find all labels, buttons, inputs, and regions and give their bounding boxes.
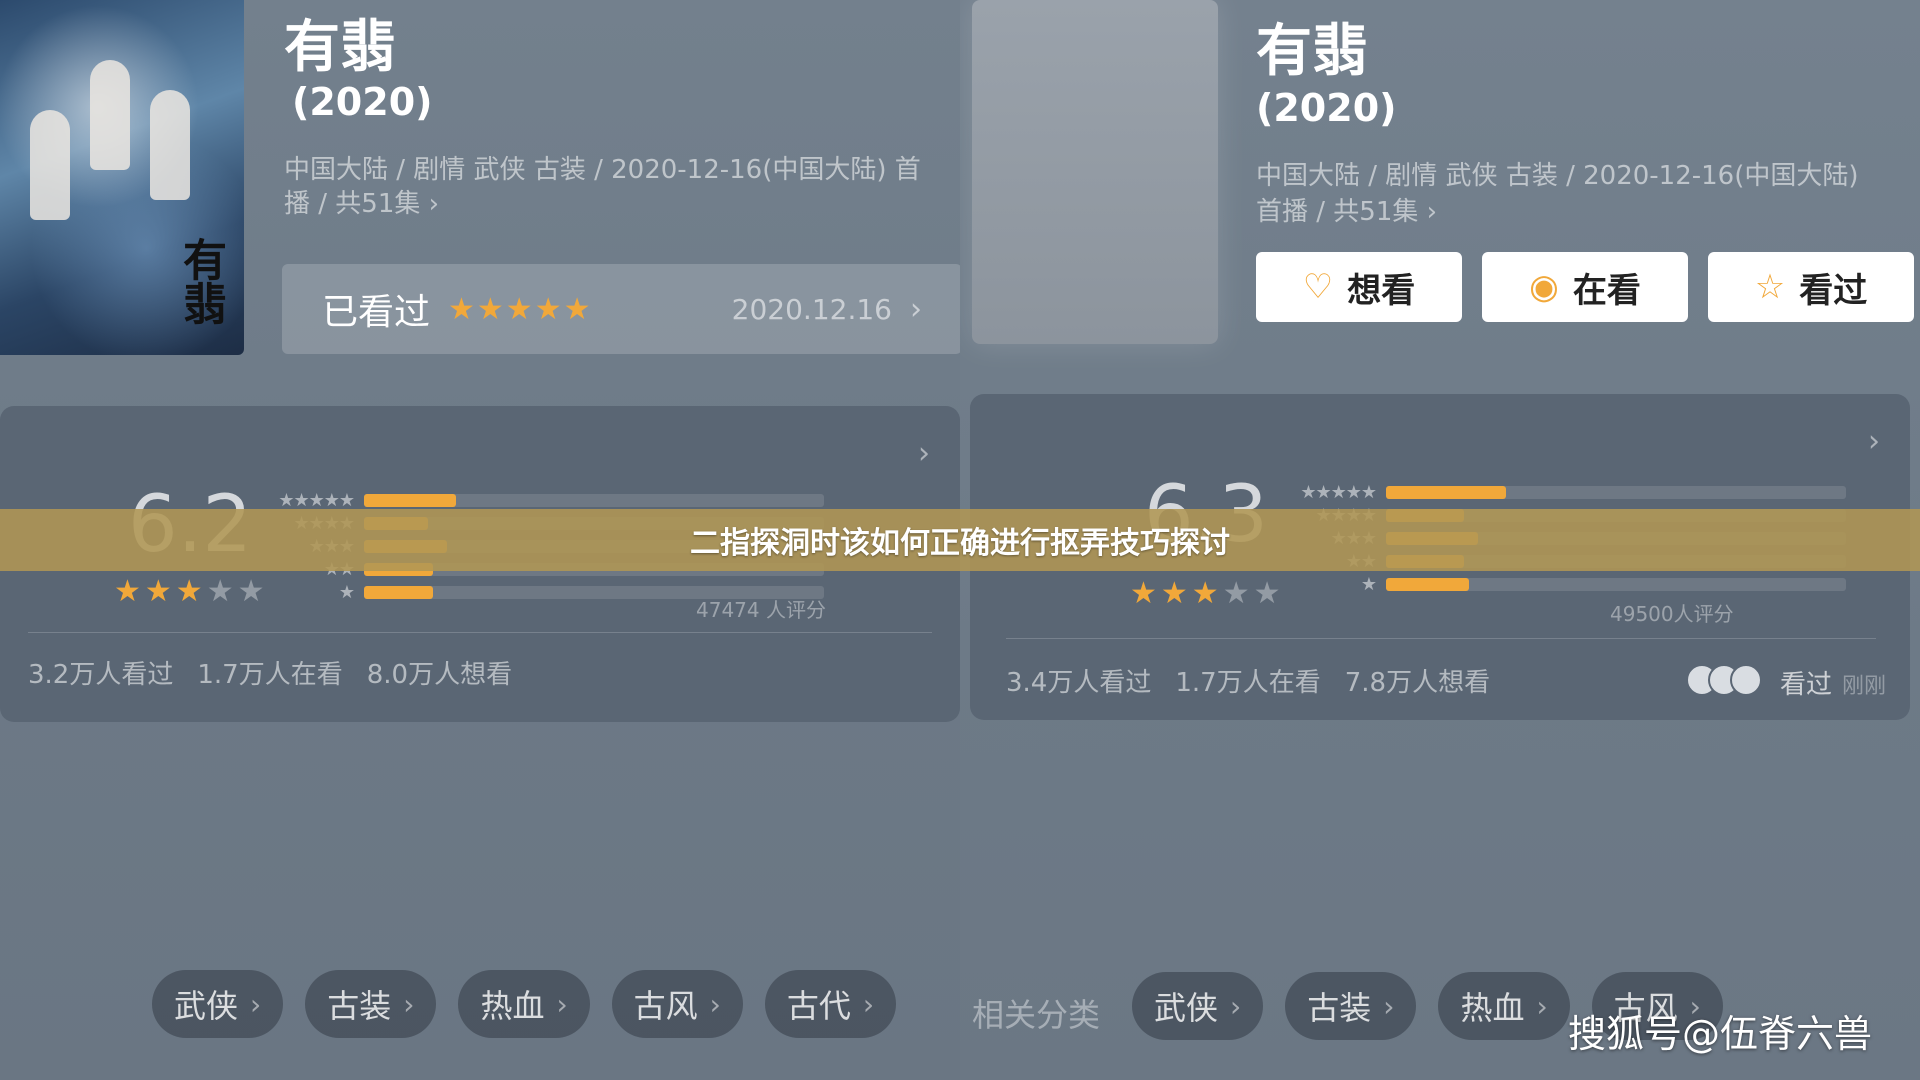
poster-figure bbox=[90, 60, 130, 170]
heart-plus-icon: ♡ bbox=[1302, 267, 1334, 307]
chevron-right-icon: › bbox=[709, 987, 721, 1021]
watched-date: 2020.12.16 bbox=[731, 292, 892, 326]
rating-bar-track bbox=[1386, 577, 1846, 591]
movie-title: 有翡 bbox=[1256, 19, 1368, 84]
avatar bbox=[1730, 664, 1762, 696]
star-level-label: ★★★★★ bbox=[1300, 481, 1377, 503]
related-categories-label: 相关分类 bbox=[972, 996, 1101, 1034]
rating-bar-fill bbox=[364, 585, 433, 599]
movie-meta-line2[interactable]: 首播 / 共51集 › bbox=[1256, 194, 1437, 230]
action-label: 想看 bbox=[1347, 270, 1416, 311]
watch-stat: 3.4万人看过 bbox=[1006, 668, 1152, 698]
rating-bar-fill bbox=[1386, 485, 1506, 499]
tag-label: 古风 bbox=[633, 987, 698, 1025]
tag-label: 武侠 bbox=[1154, 989, 1219, 1027]
star-outline-icon: ☆ bbox=[1754, 267, 1786, 307]
rating-distribution-row: ★★★★★ bbox=[1290, 481, 1846, 503]
rating-stars: ★★★★★ bbox=[1130, 576, 1284, 611]
watch-stat: 3.2万人看过 bbox=[28, 660, 174, 690]
star-empty-icon: ★★ bbox=[206, 574, 269, 609]
tag-chip[interactable]: 武侠 › bbox=[152, 970, 284, 1038]
my-rating-stars: ★★★★★ bbox=[448, 291, 593, 327]
rating-bar-fill bbox=[364, 493, 456, 507]
rating-stars: ★★★★★ bbox=[114, 574, 268, 609]
headline-text: 二指探洞时该如何正确进行抠弄技巧探讨 bbox=[690, 526, 1230, 561]
friend-seen-label: 看过 bbox=[1780, 670, 1833, 700]
rating-count: 49500人评分 bbox=[1610, 602, 1734, 626]
chevron-right-icon[interactable]: › bbox=[1868, 424, 1880, 459]
tag-list: 武侠 › 古装 › 热血 › 古风 › 古代 › bbox=[152, 970, 897, 1038]
star-level-label: ★ bbox=[338, 581, 355, 603]
chevron-right-icon: › bbox=[403, 987, 415, 1021]
watch-stats: 3.4万人看过 1.7万人在看 7.8万人想看 bbox=[1006, 662, 1490, 699]
chevron-right-icon: › bbox=[1230, 989, 1242, 1023]
rating-bar-track bbox=[1386, 485, 1846, 499]
action-button-2[interactable]: ☆ 看过 bbox=[1708, 252, 1914, 322]
divider bbox=[28, 632, 932, 633]
chevron-right-icon: › bbox=[910, 291, 922, 327]
movie-meta-line1: 中国大陆 / 剧情 武侠 古装 / 2020-12-16(中国大陆) bbox=[1256, 161, 1859, 191]
watch-stat: 8.0万人想看 bbox=[366, 660, 513, 690]
watch-stat: 1.7万人在看 bbox=[197, 660, 343, 690]
chevron-right-icon: › bbox=[1536, 989, 1548, 1023]
watched-label: 已看过 bbox=[322, 292, 431, 333]
watched-status-bar[interactable]: 已看过 ★★★★★ 2020.12.16 › bbox=[282, 264, 960, 354]
tag-chip[interactable]: 武侠 › bbox=[1132, 972, 1264, 1040]
rating-distribution-row: ★ bbox=[1290, 573, 1846, 595]
tag-label: 热血 bbox=[480, 987, 545, 1025]
friend-avatars[interactable] bbox=[1686, 664, 1762, 696]
headline-banner: 二指探洞时该如何正确进行抠弄技巧探讨 bbox=[0, 509, 1920, 571]
tag-label: 武侠 bbox=[174, 987, 239, 1025]
action-buttons: ♡ 想看 ◉ 在看 ☆ 看过 bbox=[1256, 252, 1914, 322]
action-button-1[interactable]: ◉ 在看 bbox=[1482, 252, 1688, 322]
rating-distribution-row: ★★★★★ bbox=[268, 489, 824, 511]
tag-label: 古代 bbox=[786, 987, 851, 1025]
star-filled-icon: ★★★ bbox=[114, 574, 207, 609]
chevron-right-icon: › bbox=[862, 987, 875, 1021]
poster-placeholder bbox=[972, 0, 1218, 344]
chevron-right-icon: › bbox=[250, 987, 262, 1021]
chevron-right-icon: › bbox=[556, 987, 568, 1021]
movie-title: 有翡 bbox=[284, 15, 396, 80]
action-button-0[interactable]: ♡ 想看 bbox=[1256, 252, 1462, 322]
eye-circle-icon: ◉ bbox=[1529, 267, 1559, 307]
divider bbox=[1006, 638, 1876, 639]
movie-meta-line1: 中国大陆 / 剧情 武侠 古装 / 2020-12-16(中国大陆) 首 bbox=[284, 155, 921, 185]
watch-stat: 7.8万人想看 bbox=[1344, 668, 1491, 698]
star-level-label: ★ bbox=[1360, 573, 1377, 595]
watch-stats: 3.2万人看过 1.7万人在看 8.0万人想看 bbox=[28, 654, 512, 691]
tag-label: 古装 bbox=[327, 987, 392, 1025]
star-level-label: ★★★★★ bbox=[278, 489, 355, 511]
poster-title: 有翡 bbox=[175, 237, 226, 325]
poster-figure bbox=[150, 90, 190, 200]
action-label: 看过 bbox=[1799, 270, 1868, 311]
tag-chip[interactable]: 古风 › bbox=[611, 970, 743, 1038]
rating-count: 47474 人评分 bbox=[696, 598, 826, 622]
tag-chip[interactable]: 古装 › bbox=[1285, 972, 1417, 1040]
tag-label: 古装 bbox=[1307, 989, 1372, 1027]
movie-year: (2020) bbox=[1256, 86, 1397, 130]
tag-chip[interactable]: 古装 › bbox=[305, 970, 437, 1038]
poster-figure bbox=[30, 110, 70, 220]
friend-seen-time: 刚刚 bbox=[1842, 674, 1887, 699]
chevron-right-icon: › bbox=[1383, 989, 1395, 1023]
action-label: 在看 bbox=[1572, 270, 1641, 311]
tag-chip[interactable]: 热血 › bbox=[458, 970, 590, 1038]
source-watermark: 搜狐号@伍脊六兽 bbox=[1567, 1012, 1872, 1056]
rating-bar-fill bbox=[1386, 577, 1469, 591]
movie-meta-line2[interactable]: 播 / 共51集 › bbox=[284, 186, 439, 222]
tag-chip[interactable]: 热血 › bbox=[1438, 972, 1570, 1040]
chevron-right-icon[interactable]: › bbox=[918, 436, 930, 471]
watch-stat: 1.7万人在看 bbox=[1175, 668, 1321, 698]
star-filled-icon: ★★★ bbox=[1130, 576, 1223, 611]
poster-image[interactable]: 有翡 bbox=[0, 0, 244, 355]
rating-bar-track bbox=[364, 493, 824, 507]
tag-label: 热血 bbox=[1460, 989, 1525, 1027]
movie-year: (2020) bbox=[292, 80, 433, 124]
tag-chip[interactable]: 古代 › bbox=[764, 970, 897, 1038]
star-empty-icon: ★★ bbox=[1222, 576, 1285, 611]
